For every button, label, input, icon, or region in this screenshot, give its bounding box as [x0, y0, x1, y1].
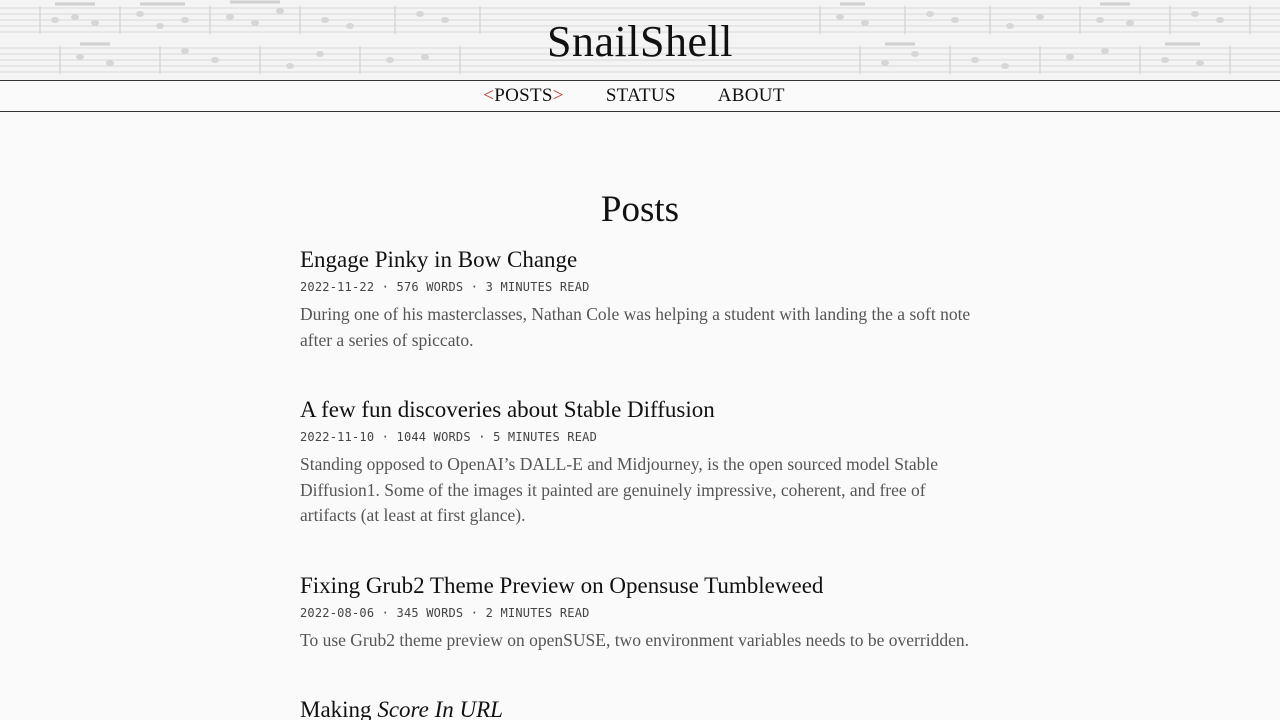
post-word-count: 576 WORDS — [396, 280, 464, 294]
post-meta: 2022-11-22 · 576 WORDS · 3 MINUTES READ — [300, 279, 980, 295]
main-nav: <POSTS> STATUS ABOUT — [0, 81, 1280, 112]
post-meta: 2022-08-06 · 345 WORDS · 2 MINUTES READ — [300, 605, 980, 621]
post-item: Making Score In URL — [300, 696, 980, 720]
post-word-count: 1044 WORDS — [396, 430, 471, 444]
post-word-count: 345 WORDS — [396, 605, 464, 620]
nav-item-posts[interactable]: <POSTS> — [483, 81, 564, 111]
page-title: Posts — [600, 189, 680, 230]
meta-separator: · — [374, 430, 397, 444]
meta-separator: · — [463, 605, 486, 620]
meta-separator: · — [463, 280, 486, 294]
nav-item-status[interactable]: STATUS — [606, 81, 676, 111]
nav-item-label: POSTS — [494, 85, 553, 106]
site-header: SnailShell — [0, 0, 1280, 81]
nav-active-bracket-right: > — [552, 85, 564, 106]
post-title-link[interactable]: Making Score In URL — [300, 696, 503, 720]
post-summary: To use Grub2 theme preview on openSUSE, … — [300, 629, 969, 650]
post-summary: Standing opposed to OpenAI’s DALL-E and … — [300, 454, 938, 525]
post-date: 2022-08-06 — [300, 605, 375, 620]
post-title-link[interactable]: Engage Pinky in Bow Change — [300, 246, 577, 274]
post-read-time: 5 MINUTES READ — [493, 430, 598, 444]
nav-item-label: ABOUT — [717, 85, 785, 106]
nav-item-label: STATUS — [605, 85, 676, 106]
post-read-time: 3 MINUTES READ — [485, 280, 590, 294]
post-meta: 2022-11-10 · 1044 WORDS · 5 MINUTES READ — [300, 429, 980, 445]
post-item: Engage Pinky in Bow Change 2022-11-22 · … — [300, 246, 980, 353]
meta-separator: · — [374, 605, 397, 620]
post-date: 2022-11-10 — [300, 430, 375, 444]
nav-active-bracket-left: < — [483, 85, 495, 106]
post-date: 2022-11-22 — [300, 280, 375, 294]
post-title-italic: Score In URL — [377, 697, 503, 720]
post-item: Fixing Grub2 Theme Preview on Opensuse T… — [300, 572, 980, 654]
post-item: A few fun discoveries about Stable Diffu… — [300, 396, 980, 529]
post-title-prefix: Making — [300, 697, 378, 720]
meta-separator: · — [374, 280, 397, 294]
post-read-time: 2 MINUTES READ — [485, 605, 590, 620]
nav-item-about[interactable]: ABOUT — [718, 81, 785, 111]
post-title-link[interactable]: Fixing Grub2 Theme Preview on Opensuse T… — [300, 572, 823, 600]
main-content: Posts Engage Pinky in Bow Change 2022-11… — [300, 188, 980, 720]
site-title[interactable]: SnailShell — [0, 14, 1280, 70]
post-summary: During one of his masterclasses, Nathan … — [300, 304, 971, 350]
post-title-link[interactable]: A few fun discoveries about Stable Diffu… — [300, 396, 715, 424]
meta-separator: · — [470, 430, 494, 444]
